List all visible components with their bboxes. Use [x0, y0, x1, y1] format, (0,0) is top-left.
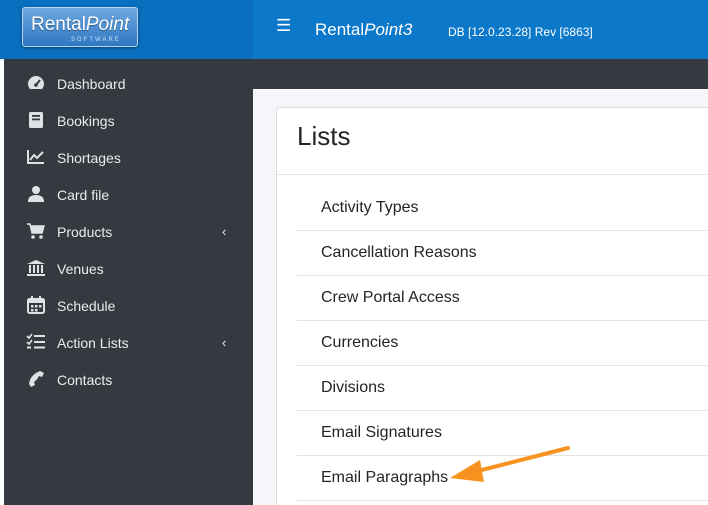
sidebar: Dashboard Bookings Shortages Card file P… [4, 59, 253, 505]
logo-text-point: Point [85, 14, 130, 35]
sidebar-item-venues[interactable]: Venues [4, 253, 253, 283]
list-item-label: Crew Portal Access [321, 289, 460, 306]
sidebar-item-products[interactable]: Products ‹ [4, 216, 253, 246]
sidebar-item-label: Products [57, 224, 113, 240]
sidebar-item-label: Action Lists [57, 335, 129, 351]
sidebar-item-label: Contacts [57, 372, 113, 388]
list-item-crew-portal-access[interactable]: Crew Portal Access [297, 276, 708, 321]
sidebar-item-card-file[interactable]: Card file [4, 179, 253, 209]
tasks-icon [26, 333, 45, 349]
user-icon [28, 186, 44, 202]
sidebar-item-label: Shortages [57, 150, 121, 166]
chevron-left-icon[interactable]: ‹ [222, 224, 226, 239]
sidebar-item-shortages[interactable]: Shortages [4, 142, 253, 172]
top-header: RentalPoint SOFTWARE ☰ RentalPoint3 DB [… [0, 0, 708, 59]
chevron-left-icon[interactable]: ‹ [222, 335, 226, 350]
content-header-bar [253, 59, 708, 89]
version-info: DB [12.0.23.28] Rev [6863] [448, 25, 593, 39]
list-item-activity-types[interactable]: Activity Types [297, 186, 708, 231]
app-title: RentalPoint3 [315, 20, 413, 39]
chart-line-icon [27, 150, 44, 164]
sidebar-item-label: Schedule [57, 298, 116, 314]
list-item-label: Email Signatures [321, 424, 442, 441]
sidebar-item-label: Card file [57, 187, 110, 203]
sidebar-item-action-lists[interactable]: Action Lists ‹ [4, 327, 253, 357]
list-item-divisions[interactable]: Divisions [297, 366, 708, 411]
logo-text-rental: Rental [31, 14, 86, 35]
phone-icon [29, 371, 44, 387]
sidebar-item-contacts[interactable]: Contacts [4, 364, 253, 394]
dashboard-icon [28, 76, 44, 89]
card-divider [277, 174, 708, 175]
list-item-label: Email Paragraphs [321, 469, 449, 486]
calendar-icon [27, 296, 45, 314]
list-item-currencies[interactable]: Currencies [297, 321, 708, 366]
sidebar-item-bookings[interactable]: Bookings [4, 105, 253, 135]
annotation-arrow-icon [450, 446, 570, 482]
page-title: Lists [297, 121, 351, 151]
list-item-label: Divisions [321, 379, 386, 396]
list-item-label: Cancellation Reasons [321, 244, 477, 261]
list-item-label: Currencies [321, 334, 399, 351]
list-item-label: Activity Types [321, 199, 419, 216]
book-icon [29, 112, 43, 128]
list-item-cancellation-reasons[interactable]: Cancellation Reasons [297, 231, 708, 276]
sidebar-item-label: Venues [57, 261, 104, 277]
logo-area: RentalPoint SOFTWARE [0, 0, 253, 59]
logo-subtext: SOFTWARE [71, 37, 121, 43]
sidebar-item-label: Dashboard [57, 76, 126, 92]
hamburger-menu-icon[interactable]: ☰ [276, 16, 291, 36]
rentalpoint-logo[interactable]: RentalPoint SOFTWARE [22, 7, 138, 47]
cart-icon [27, 223, 45, 239]
sidebar-item-label: Bookings [57, 113, 115, 129]
bank-icon [27, 260, 45, 276]
sidebar-item-schedule[interactable]: Schedule [4, 290, 253, 320]
sidebar-item-dashboard[interactable]: Dashboard [4, 68, 253, 98]
